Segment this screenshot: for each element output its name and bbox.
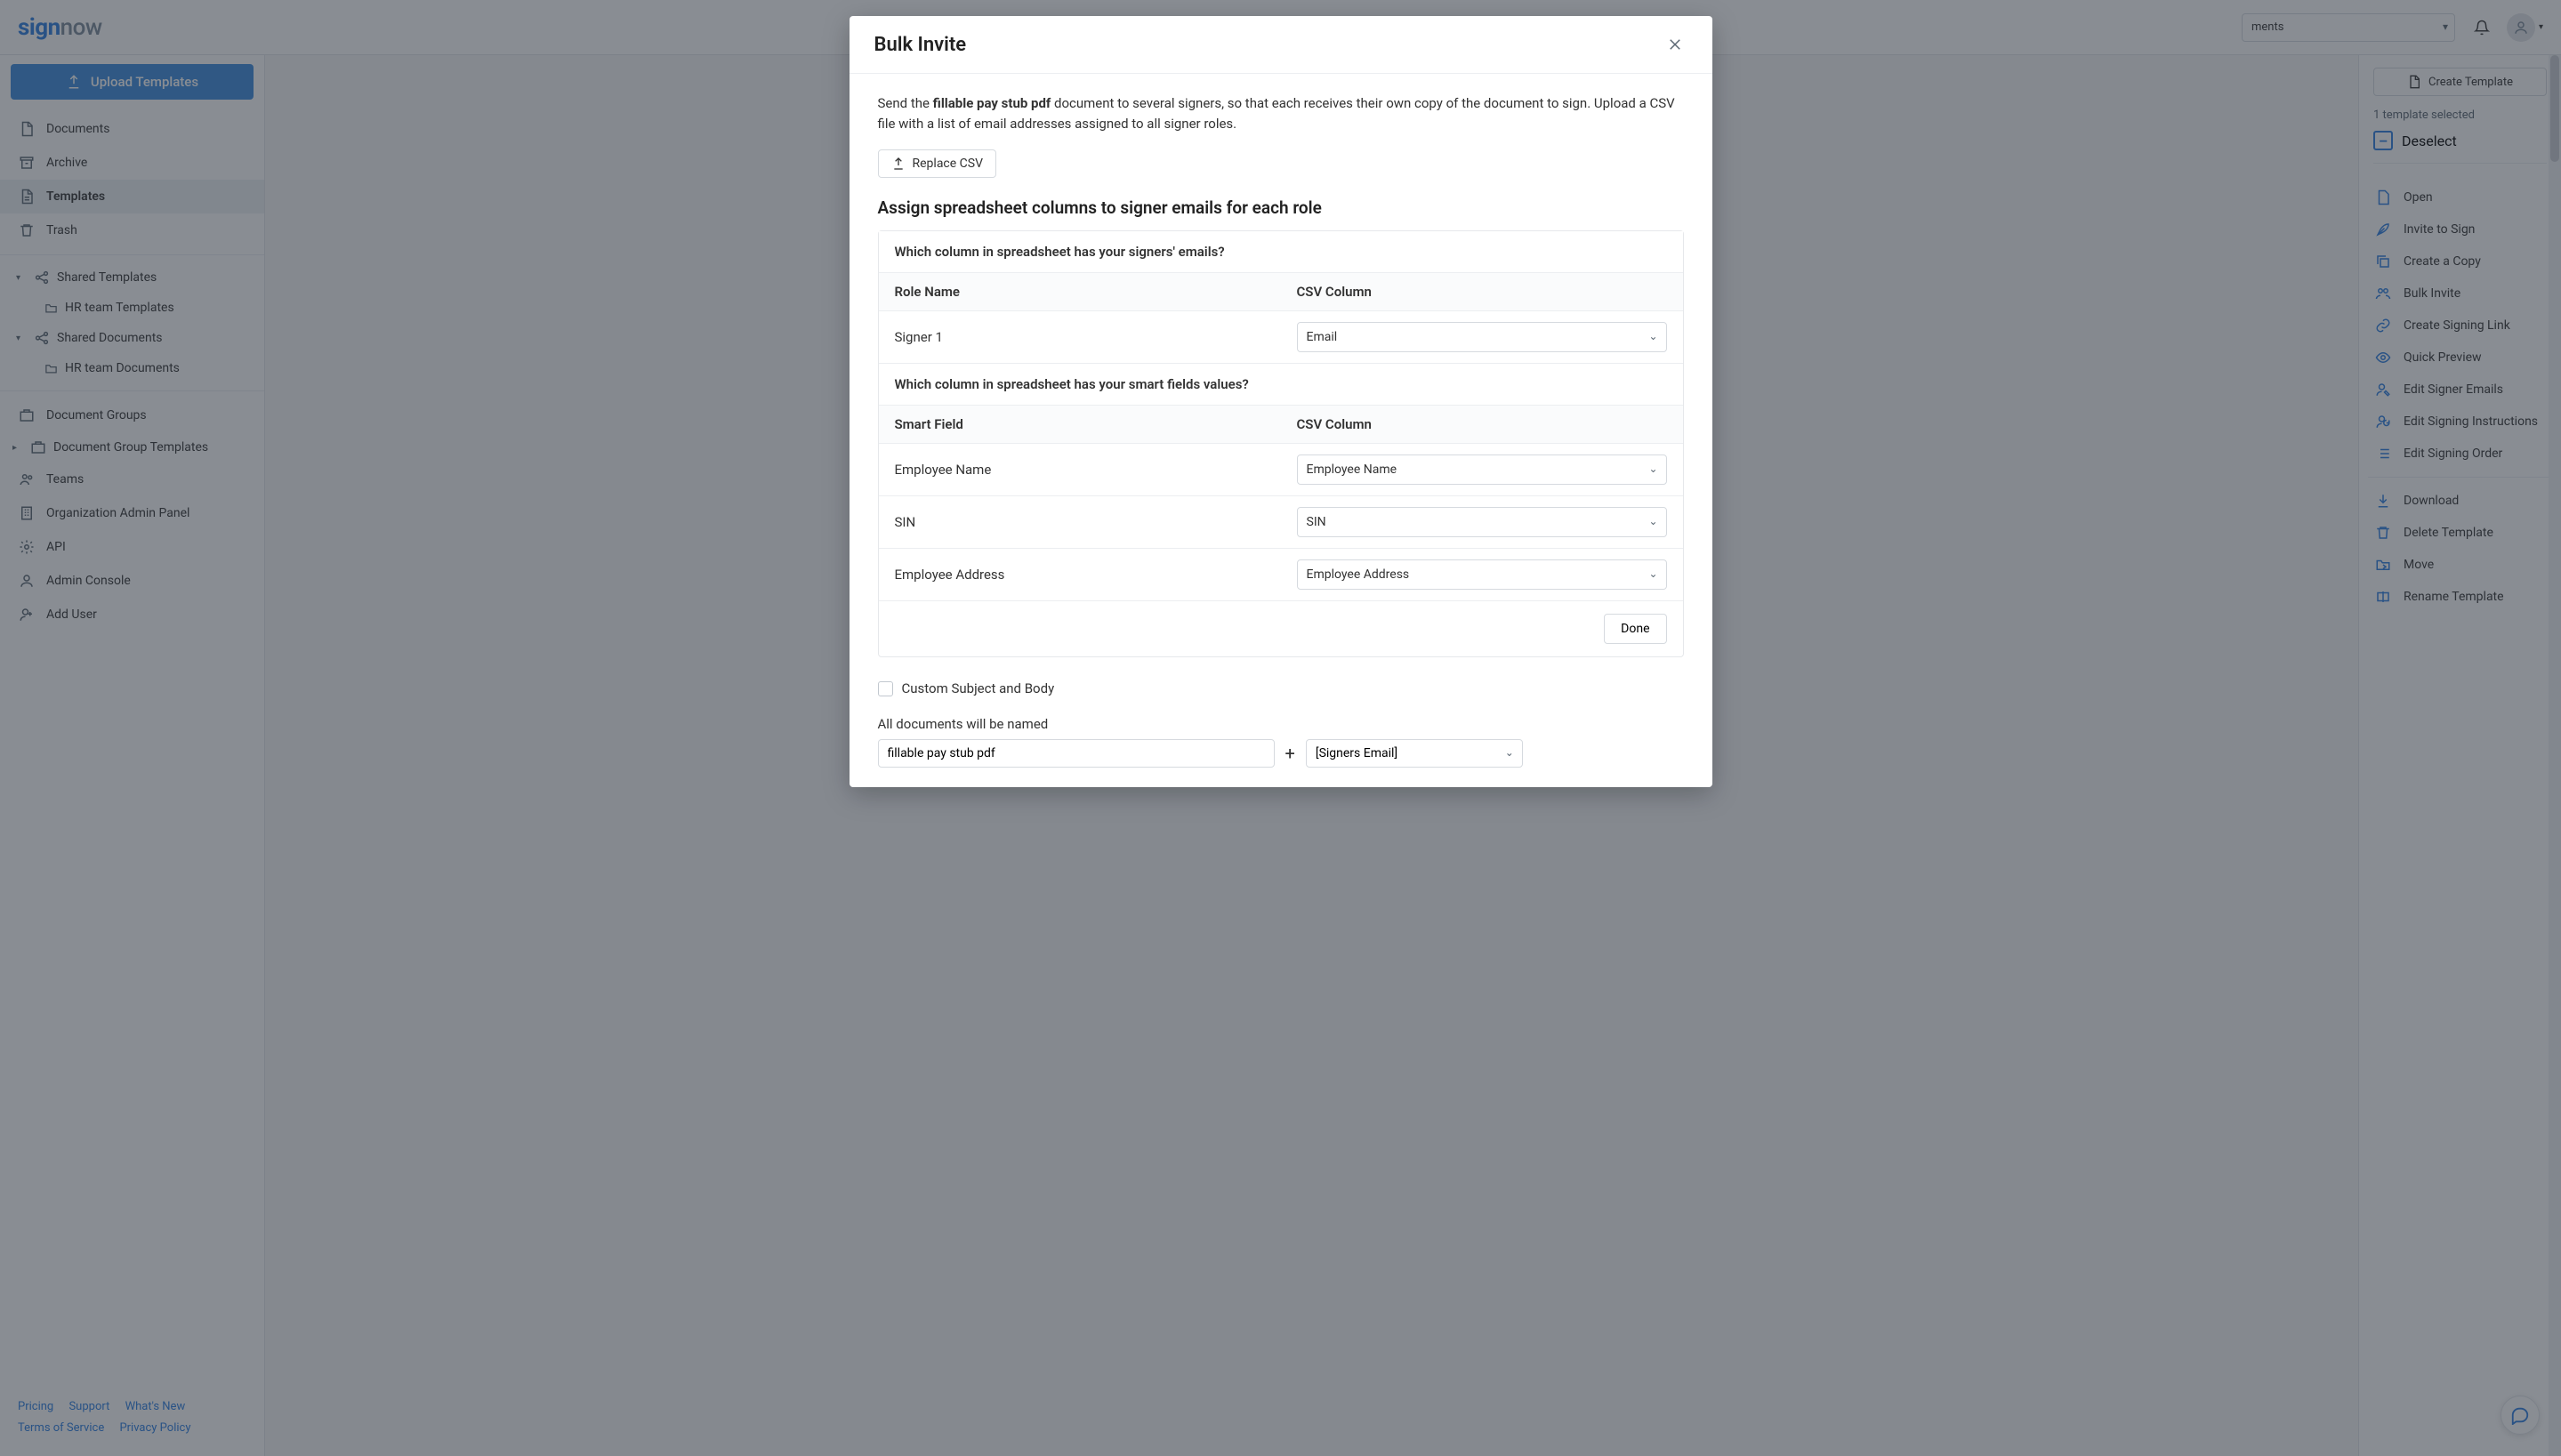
document-name-suffix-select[interactable]: [Signers Email] [1306, 739, 1523, 768]
column-header-row: Role Name CSV Column [879, 273, 1683, 311]
custom-subject-label: Custom Subject and Body [902, 680, 1055, 696]
sin-column-select[interactable]: SIN [1297, 507, 1667, 537]
field-label-employee-address: Employee Address [879, 549, 1281, 600]
col-header-smart-field: Smart Field [879, 406, 1281, 443]
done-row: Done [879, 601, 1683, 656]
col-header-csv-column: CSV Column [1281, 406, 1683, 443]
bulk-invite-modal: Bulk Invite Send the fillable pay stub p… [850, 16, 1712, 787]
employee-name-column-select[interactable]: Employee Name [1297, 454, 1667, 485]
employee-address-column-select[interactable]: Employee Address [1297, 559, 1667, 590]
assign-heading: Assign spreadsheet columns to signer ema… [878, 197, 1684, 218]
modal-title: Bulk Invite [874, 34, 967, 56]
mapping-row-signer1: Signer 1 Email ⌄ [879, 311, 1683, 364]
mapping-row-employee-name: Employee Name Employee Name ⌄ [879, 444, 1683, 496]
custom-subject-row: Custom Subject and Body [878, 680, 1684, 696]
intro-prefix: Send the [878, 95, 933, 111]
col-header-csv-column: CSV Column [1281, 273, 1683, 310]
close-button[interactable] [1663, 32, 1687, 57]
replace-csv-button[interactable]: Replace CSV [878, 149, 997, 178]
role-label-signer1: Signer 1 [879, 311, 1281, 363]
replace-csv-label: Replace CSV [913, 157, 984, 171]
intro-document-name: fillable pay stub pdf [933, 95, 1051, 111]
mapping-row-sin: SIN SIN ⌄ [879, 496, 1683, 549]
field-label-sin: SIN [879, 496, 1281, 548]
column-mapping-box: Which column in spreadsheet has your sig… [878, 230, 1684, 657]
column-header-row: Smart Field CSV Column [879, 406, 1683, 444]
named-row: + [Signers Email] ⌄ [878, 739, 1684, 768]
mapping-row-employee-address: Employee Address Employee Address ⌄ [879, 549, 1683, 601]
modal-overlay: Bulk Invite Send the fillable pay stub p… [0, 0, 2561, 1456]
modal-header: Bulk Invite [850, 16, 1712, 74]
upload-icon [891, 157, 906, 171]
modal-body: Send the fillable pay stub pdf document … [850, 74, 1712, 787]
col-header-role-name: Role Name [879, 273, 1281, 310]
close-icon [1667, 36, 1683, 52]
plus-icon: + [1285, 743, 1295, 764]
section-header-smart-fields: Which column in spreadsheet has your sma… [879, 364, 1683, 406]
named-label: All documents will be named [878, 716, 1684, 732]
document-name-input[interactable] [878, 739, 1275, 768]
done-button[interactable]: Done [1604, 614, 1666, 644]
section-header-signers: Which column in spreadsheet has your sig… [879, 231, 1683, 273]
custom-subject-checkbox[interactable] [878, 681, 893, 696]
field-label-employee-name: Employee Name [879, 444, 1281, 495]
signer1-column-select[interactable]: Email [1297, 322, 1667, 352]
modal-intro: Send the fillable pay stub pdf document … [878, 93, 1684, 133]
